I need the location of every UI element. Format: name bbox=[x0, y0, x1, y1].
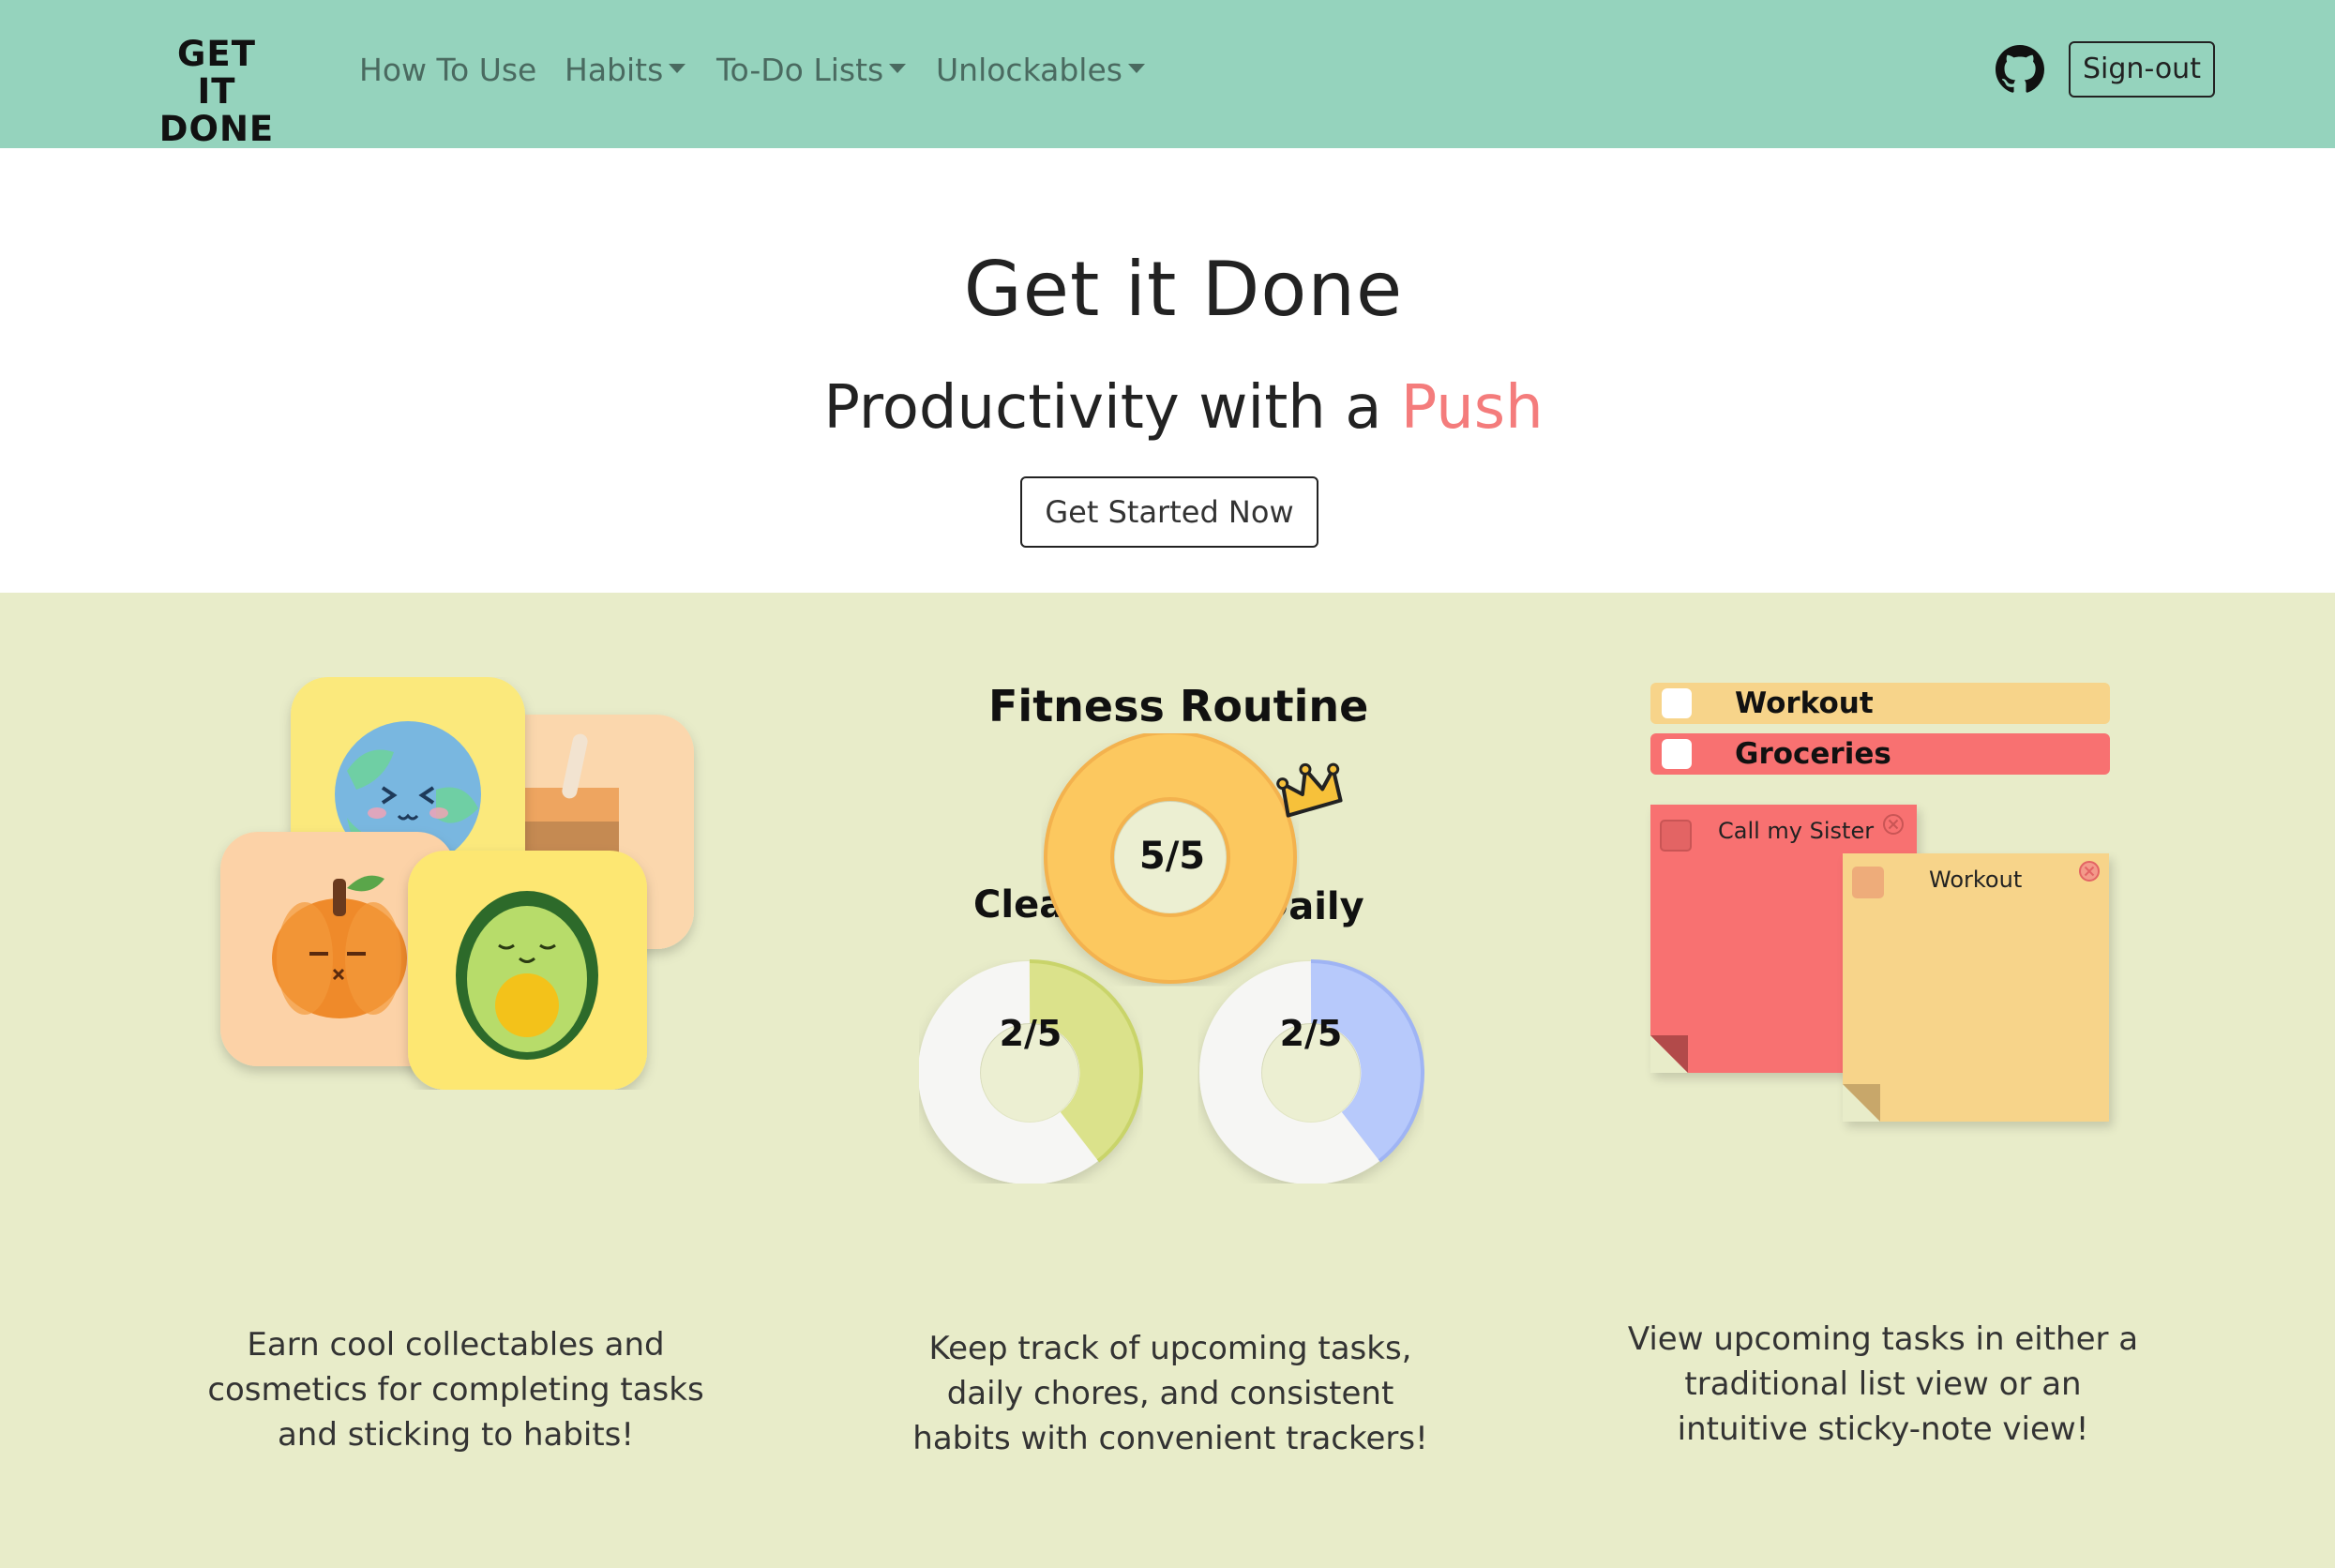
sticky-note-title: Call my Sister bbox=[1718, 818, 1875, 844]
nav-todo-lists-label: To-Do Lists bbox=[716, 52, 884, 88]
nav-how-to-use[interactable]: How To Use bbox=[359, 47, 536, 94]
hero-title: Get it Done bbox=[963, 246, 1404, 333]
todo-list-item[interactable]: Groceries bbox=[1650, 733, 2110, 775]
sticky-checkbox[interactable] bbox=[1660, 820, 1692, 852]
avocado-card bbox=[408, 851, 647, 1090]
collectables-desc-line: and sticking to habits! bbox=[277, 1416, 635, 1454]
habits-desc-line: daily chores, and consistent bbox=[946, 1375, 1394, 1412]
todo-desc-line: intuitive sticky-note view! bbox=[1677, 1410, 2089, 1448]
caret-down-icon bbox=[669, 63, 686, 73]
habit-rings bbox=[919, 733, 1425, 1184]
navbar: GET IT DONE How To Use Habits To-Do List… bbox=[0, 0, 2335, 148]
fitness-progress-value: 5/5 bbox=[1138, 835, 1206, 878]
nav-how-to-use-label: How To Use bbox=[359, 52, 537, 88]
habits-description: Keep track of upcoming tasks, daily chor… bbox=[889, 1326, 1452, 1461]
todo-checkbox[interactable] bbox=[1662, 739, 1692, 769]
todo-list-item[interactable]: Workout bbox=[1650, 683, 2110, 724]
clean-progress-ring bbox=[919, 959, 1144, 1184]
sticky-note[interactable]: Workout bbox=[1843, 853, 2109, 1122]
routine-title: Fitness Routine bbox=[988, 681, 1369, 731]
daily-progress-ring bbox=[1199, 959, 1425, 1184]
todo-desc-line: traditional list view or an bbox=[1684, 1365, 2082, 1403]
features-section: Fitness Routine Clean Daily 5/5 2/5 2/5 … bbox=[0, 593, 2335, 1568]
collectables-illustration bbox=[220, 677, 694, 1090]
close-icon[interactable] bbox=[2077, 859, 2102, 883]
habits-desc-line: habits with convenient trackers! bbox=[912, 1420, 1428, 1457]
caret-down-icon bbox=[1127, 63, 1145, 73]
collectables-description: Earn cool collectables and cosmetics for… bbox=[174, 1322, 737, 1457]
clean-progress-value: 2/5 bbox=[999, 1013, 1062, 1054]
nav-habits-label: Habits bbox=[565, 52, 664, 88]
logo-line-1: GET IT bbox=[177, 34, 256, 112]
nav-unlockables-dropdown[interactable]: Unlockables bbox=[936, 47, 1145, 94]
logo-line-2: DONE bbox=[158, 109, 275, 149]
collectables-desc-line: cosmetics for completing tasks bbox=[207, 1371, 704, 1409]
todo-checkbox[interactable] bbox=[1662, 688, 1692, 718]
sticky-checkbox[interactable] bbox=[1852, 867, 1884, 898]
todo-item-label: Workout bbox=[1735, 686, 1874, 720]
daily-progress-value: 2/5 bbox=[1279, 1013, 1343, 1054]
signout-button[interactable]: Sign-out bbox=[2069, 41, 2215, 98]
todo-description: View upcoming tasks in either a traditio… bbox=[1602, 1317, 2164, 1452]
nav-habits-dropdown[interactable]: Habits bbox=[565, 47, 686, 94]
caret-down-icon bbox=[889, 63, 907, 73]
get-started-button[interactable]: Get Started Now bbox=[1020, 476, 1318, 548]
todo-item-label: Groceries bbox=[1735, 737, 1891, 771]
hero-subtitle-prefix: Productivity with a bbox=[823, 373, 1401, 443]
brand-logo[interactable]: GET IT DONE bbox=[156, 34, 278, 148]
github-icon[interactable] bbox=[1996, 45, 2044, 94]
todo-desc-line: View upcoming tasks in either a bbox=[1627, 1320, 2139, 1358]
hero-subtitle-accent: Push bbox=[1400, 373, 1544, 443]
hero-subtitle: Productivity with a Push bbox=[0, 373, 2335, 443]
sticky-fold bbox=[1843, 1084, 1880, 1122]
nav-unlockables-label: Unlockables bbox=[936, 52, 1122, 88]
sticky-note-title: Workout bbox=[1929, 867, 2023, 893]
sticky-fold bbox=[1650, 1035, 1688, 1073]
nav-todo-lists-dropdown[interactable]: To-Do Lists bbox=[716, 47, 907, 94]
close-icon[interactable] bbox=[1881, 812, 1906, 837]
collectables-desc-line: Earn cool collectables and bbox=[247, 1326, 665, 1364]
habits-desc-line: Keep track of upcoming tasks, bbox=[928, 1330, 1412, 1367]
